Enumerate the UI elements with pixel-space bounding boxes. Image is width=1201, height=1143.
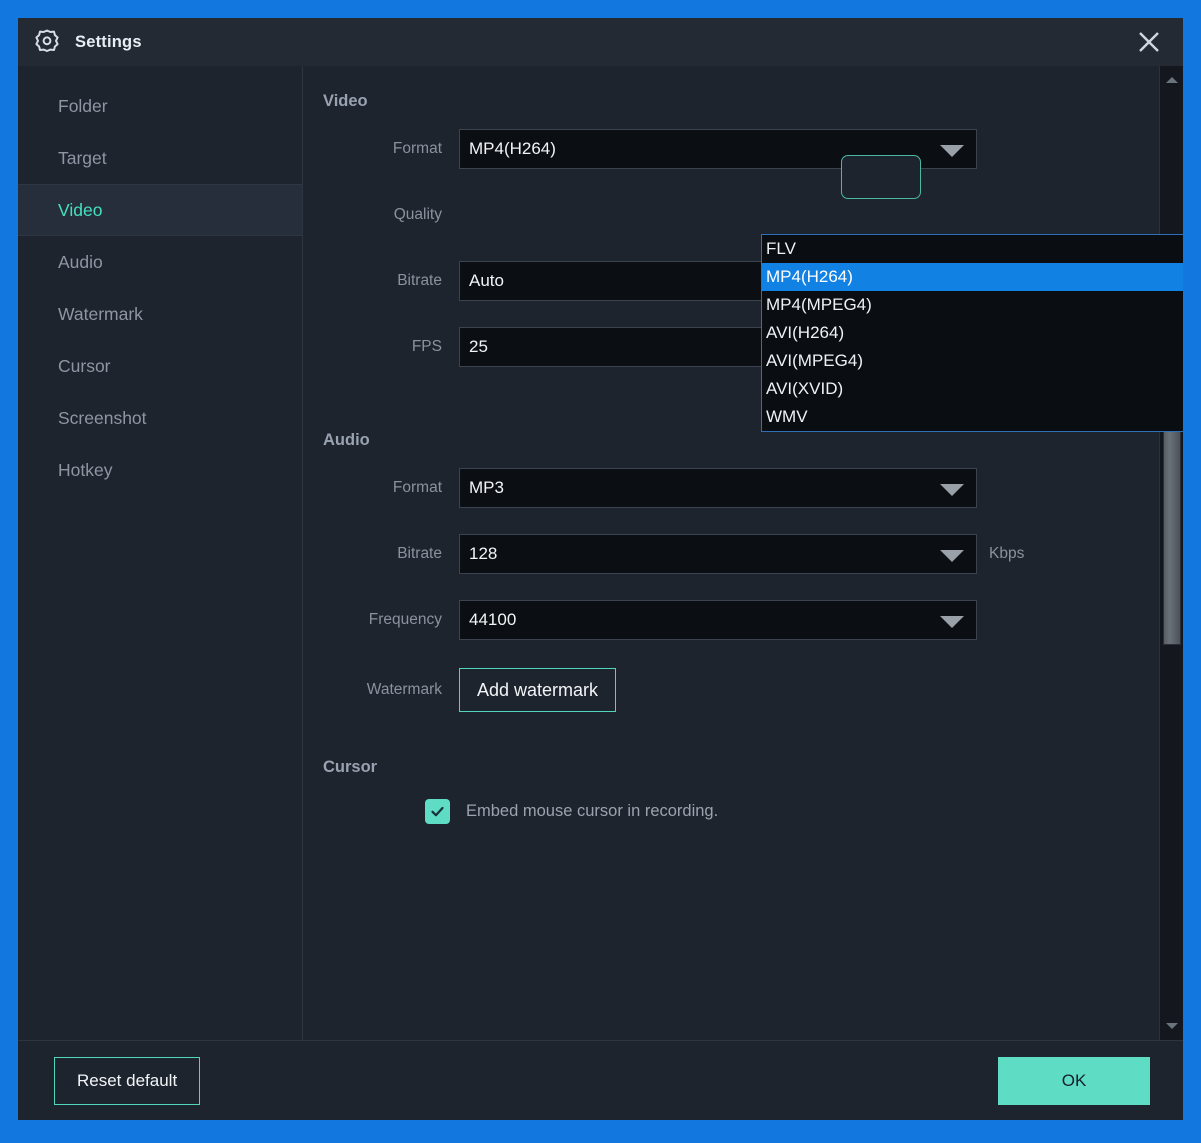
dropdown-option-label: MP4(MPEG4) [766,295,872,315]
settings-dialog: Settings Folder Target Video Audio [18,18,1183,1120]
audio-bitrate-label: Bitrate [321,545,459,563]
scroll-up-button[interactable] [1160,72,1183,88]
cursor-section-heading: Cursor [323,758,1143,777]
watermark-label: Watermark [321,681,459,699]
video-bitrate-label: Bitrate [321,272,459,290]
sidebar-item-hotkey[interactable]: Hotkey [18,444,302,496]
audio-section-heading: Audio [323,431,1143,450]
audio-format-value: MP3 [460,478,504,498]
dropdown-option-mp4-h264[interactable]: MP4(H264) [762,263,1183,291]
dialog-footer: Reset default OK [18,1040,1183,1120]
audio-bitrate-select[interactable]: 128 [459,534,977,574]
video-quality-row: Quality [321,195,1143,235]
sidebar-item-label: Cursor [58,356,111,377]
embed-cursor-row: Embed mouse cursor in recording. [321,799,1143,824]
video-bitrate-value: Auto [460,271,504,291]
audio-frequency-select[interactable]: 44100 [459,600,977,640]
chevron-up-icon [1166,77,1178,83]
add-watermark-button-label: Add watermark [477,680,598,701]
window-title: Settings [75,33,142,52]
content-scrollbar[interactable] [1159,66,1183,1040]
embed-cursor-label: Embed mouse cursor in recording. [466,802,718,821]
audio-bitrate-unit: Kbps [989,545,1024,563]
video-quality-preset-button[interactable] [841,155,921,199]
reset-default-button[interactable]: Reset default [54,1057,200,1105]
dropdown-option-label: AVI(H264) [766,323,844,343]
sidebar-item-label: Hotkey [58,460,112,481]
ok-button-label: OK [1062,1071,1087,1091]
watermark-row: Watermark Add watermark [321,666,1143,714]
audio-format-select[interactable]: MP3 [459,468,977,508]
audio-bitrate-value: 128 [460,544,497,564]
embed-cursor-checkbox[interactable] [425,799,450,824]
sidebar-item-folder[interactable]: Folder [18,80,302,132]
sidebar-item-video[interactable]: Video [18,184,302,236]
video-fps-value: 25 [460,337,488,357]
close-icon[interactable] [1127,24,1171,60]
sidebar-item-audio[interactable]: Audio [18,236,302,288]
chevron-down-icon [940,145,964,157]
sidebar-item-watermark[interactable]: Watermark [18,288,302,340]
dialog-body: Folder Target Video Audio Watermark Curs… [18,66,1183,1040]
audio-format-label: Format [321,479,459,497]
dropdown-option-avi-xvid[interactable]: AVI(XVID) [762,375,1183,403]
dropdown-option-avi-mpeg4[interactable]: AVI(MPEG4) [762,347,1183,375]
dropdown-option-mp4-mpeg4[interactable]: MP4(MPEG4) [762,291,1183,319]
video-section-heading: Video [323,92,1143,111]
audio-frequency-value: 44100 [460,610,516,630]
sidebar-item-target[interactable]: Target [18,132,302,184]
audio-frequency-row: Frequency 44100 [321,600,1143,640]
video-fps-label: FPS [321,338,459,356]
sidebar-item-label: Target [58,148,107,169]
sidebar-item-label: Audio [58,252,103,273]
dropdown-option-label: AVI(XVID) [766,379,843,399]
gear-icon [33,28,61,56]
video-quality-label: Quality [321,206,459,224]
audio-frequency-label: Frequency [321,611,459,629]
video-format-row: Format MP4(H264) [321,129,1143,169]
ok-button[interactable]: OK [998,1057,1150,1105]
add-watermark-button[interactable]: Add watermark [459,668,616,712]
title-bar: Settings [18,18,1183,66]
chevron-down-icon [1166,1023,1178,1029]
dropdown-option-wmv[interactable]: WMV [762,403,1183,431]
video-format-value: MP4(H264) [460,139,556,159]
sidebar-item-label: Watermark [58,304,143,325]
sidebar: Folder Target Video Audio Watermark Curs… [18,66,303,1040]
dropdown-option-label: MP4(H264) [766,267,853,287]
check-icon [429,803,446,820]
dropdown-option-flv[interactable]: FLV [762,235,1183,263]
sidebar-item-screenshot[interactable]: Screenshot [18,392,302,444]
dropdown-option-label: FLV [766,239,796,259]
dropdown-option-label: WMV [766,407,808,427]
sidebar-item-label: Video [58,200,102,221]
dropdown-option-avi-h264[interactable]: AVI(H264) [762,319,1183,347]
sidebar-item-cursor[interactable]: Cursor [18,340,302,392]
chevron-down-icon [940,484,964,496]
sidebar-item-label: Screenshot [58,408,147,429]
video-format-label: Format [321,140,459,158]
audio-format-row: Format MP3 [321,468,1143,508]
audio-bitrate-row: Bitrate 128 Kbps [321,534,1143,574]
chevron-down-icon [940,616,964,628]
reset-default-button-label: Reset default [77,1071,177,1091]
sidebar-item-label: Folder [58,96,108,117]
scroll-down-button[interactable] [1160,1018,1183,1034]
dropdown-option-label: AVI(MPEG4) [766,351,863,371]
chevron-down-icon [940,550,964,562]
settings-content-pane: Video Format MP4(H264) Quality Bitrate A… [303,66,1183,1040]
video-format-dropdown-list[interactable]: FLV MP4(H264) MP4(MPEG4) AVI(H264) AVI(M… [761,234,1183,432]
